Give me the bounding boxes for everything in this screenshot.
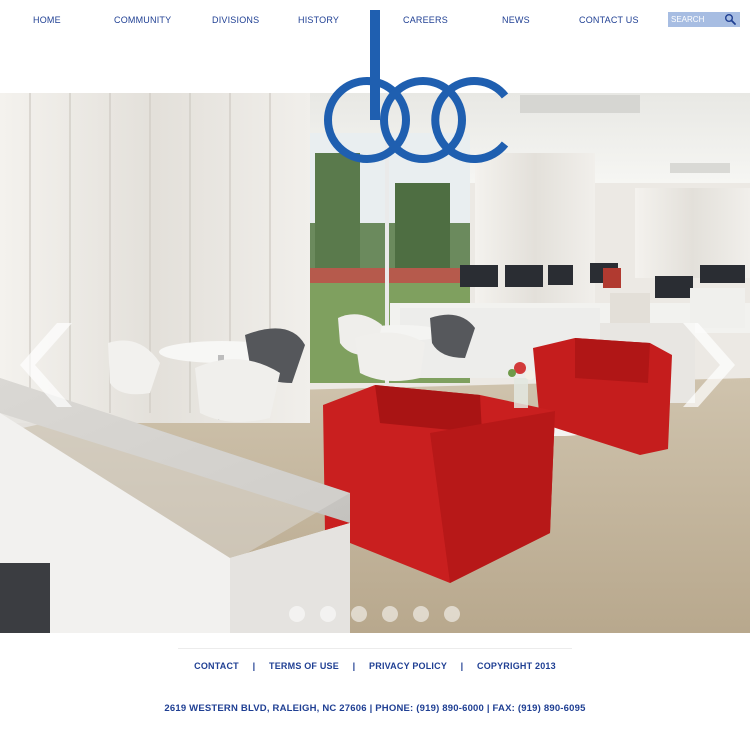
footer-divider xyxy=(178,648,572,649)
footer-link-contact[interactable]: CONTACT xyxy=(194,661,239,671)
carousel-dot-3[interactable] xyxy=(351,606,367,622)
logo-d-stem xyxy=(370,10,380,120)
search-input[interactable] xyxy=(671,13,723,25)
footer-links: CONTACT | TERMS OF USE | PRIVACY POLICY … xyxy=(0,661,750,671)
prev-slide-button[interactable] xyxy=(15,315,75,415)
logo-c-ring-2 xyxy=(431,77,509,163)
footer-link-terms[interactable]: TERMS OF USE xyxy=(269,661,339,671)
footer-address: 2619 WESTERN BLVD, RALEIGH, NC 27606 | P… xyxy=(164,703,586,714)
chevron-left-icon xyxy=(20,323,72,407)
search-box xyxy=(668,12,740,27)
next-slide-button[interactable] xyxy=(680,315,740,415)
carousel-dot-6[interactable] xyxy=(444,606,460,622)
nav-home[interactable]: HOME xyxy=(33,15,61,25)
footer-separator: | xyxy=(352,661,356,671)
nav-community[interactable]: COMMUNITY xyxy=(114,15,171,25)
search-icon[interactable] xyxy=(724,13,736,25)
carousel-dot-4[interactable] xyxy=(382,606,398,622)
footer-link-privacy[interactable]: PRIVACY POLICY xyxy=(369,661,447,671)
carousel-dot-1[interactable] xyxy=(289,606,305,622)
dcc-logo[interactable] xyxy=(318,8,518,178)
footer-copyright: COPYRIGHT 2013 xyxy=(477,661,556,671)
nav-contact-us[interactable]: CONTACT US xyxy=(579,15,639,25)
nav-divisions[interactable]: DIVISIONS xyxy=(212,15,259,25)
footer-separator: | xyxy=(460,661,464,671)
chevron-right-icon xyxy=(683,323,735,407)
carousel-dot-2[interactable] xyxy=(320,606,336,622)
carousel-dot-5[interactable] xyxy=(413,606,429,622)
footer-separator: | xyxy=(252,661,256,671)
